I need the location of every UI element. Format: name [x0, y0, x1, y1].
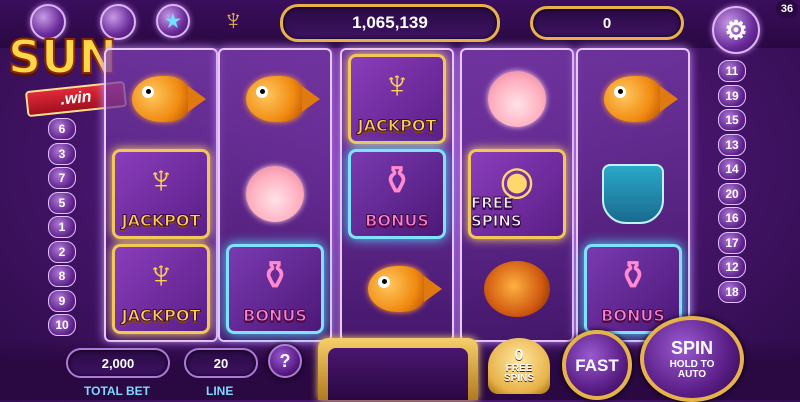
win-value: 0: [602, 14, 612, 32]
notification-badge: 36: [776, 0, 798, 18]
badge-count: 36: [780, 3, 794, 15]
spin-button[interactable]: SPIN HOLD TO AUTO: [640, 316, 744, 402]
payline-number-right-3[interactable]: 13: [718, 133, 746, 156]
bottle-icon: ⚱: [258, 254, 292, 298]
jackpot-symbol: ♆ JACKPOT: [112, 244, 210, 334]
reel-5: ⚱ BONUS: [576, 48, 690, 342]
fast-button[interactable]: FAST: [562, 330, 632, 400]
bottle-icon: ⚱: [616, 254, 650, 298]
jackpot-label: JACKPOT: [121, 211, 201, 231]
reel-cell: [467, 54, 567, 144]
bonus-symbol: ⚱ BONUS: [226, 244, 324, 334]
payline-number-right-9[interactable]: 18: [718, 280, 746, 303]
payline-number-left-2[interactable]: 7: [48, 167, 76, 189]
pearl-shell-icon: ◉: [499, 159, 535, 203]
trident-icon: ♆: [146, 158, 176, 202]
reel-cell: [347, 244, 447, 334]
worm-cup-symbol: [602, 164, 664, 224]
line-field[interactable]: 20: [184, 348, 258, 378]
payline-number-left-1[interactable]: 3: [48, 142, 76, 165]
payline-number-right-8[interactable]: 12: [718, 256, 746, 278]
payline-number-right-1[interactable]: 19: [718, 84, 746, 107]
bonus-symbol: ⚱ BONUS: [348, 149, 446, 239]
payline-number-right-2[interactable]: 15: [718, 109, 746, 131]
jackpot-symbol: ♆ JACKPOT: [348, 54, 446, 144]
reel-cell: [583, 149, 683, 239]
payline-number-left-5[interactable]: 2: [48, 240, 76, 263]
orange-fish-symbol: [368, 266, 442, 312]
jackpot-symbol: ♆ JACKPOT: [112, 149, 210, 239]
total-bet-field[interactable]: 2,000: [66, 348, 170, 378]
fish-eye-icon: [378, 276, 390, 288]
reel-2: ⚱ BONUS: [218, 48, 332, 342]
orange-fish-symbol: [604, 76, 678, 122]
jackpot-label: JACKPOT: [121, 306, 201, 326]
payline-number-right-7[interactable]: 17: [718, 231, 746, 254]
free-spins-counter: 0 FREE SPINS: [488, 338, 550, 394]
payline-number-right-5[interactable]: 20: [718, 182, 746, 205]
logo-sun-text: SUN: [7, 29, 118, 85]
reel-cell: ⚱ BONUS: [347, 149, 447, 239]
reel-cell: ⚱ BONUS: [225, 244, 325, 334]
bonus-label: BONUS: [243, 306, 308, 326]
reel-cell: ◉ FREE SPINS: [467, 149, 567, 239]
payline-number-left-0[interactable]: 6: [48, 118, 76, 140]
bottle-icon: ⚱: [380, 159, 414, 203]
fish-eye-icon: [142, 86, 154, 98]
win-display: 0: [530, 6, 684, 40]
payline-number-right-4[interactable]: 14: [718, 158, 746, 180]
spin-label: SPIN: [670, 337, 713, 358]
jackpot-label: JACKPOT: [357, 116, 437, 136]
reel-cell: [467, 244, 567, 334]
reel-cell: ♆ JACKPOT: [111, 244, 211, 334]
total-bet-value: 2,000: [101, 355, 135, 371]
help-button[interactable]: ?: [268, 344, 302, 378]
orange-fish-symbol: [246, 76, 320, 122]
reel-4: ◉ FREE SPINS: [460, 48, 574, 342]
payline-number-left-6[interactable]: 8: [48, 265, 76, 287]
payline-number-left-8[interactable]: 10: [48, 314, 76, 336]
fish-eye-icon: [256, 86, 268, 98]
orange-fish-symbol: [132, 76, 206, 122]
shell-creature-symbol: [488, 71, 546, 127]
line-value: 20: [213, 355, 229, 371]
balance-value: 1,065,139: [352, 13, 428, 32]
reel-cell: [111, 54, 211, 144]
trident-icon: ♆: [382, 63, 412, 107]
reel-cell: [225, 149, 325, 239]
reel-cell: [225, 54, 325, 144]
free-spins-label-2: SPINS: [503, 373, 534, 384]
favorite-star-icon[interactable]: ★: [156, 4, 190, 38]
payline-number-left-3[interactable]: 5: [48, 191, 76, 214]
reel-cell: [583, 54, 683, 144]
reel-cell: ♆ JACKPOT: [111, 149, 211, 239]
angler-fish-symbol: [484, 261, 550, 317]
help-label: ?: [279, 351, 291, 371]
shell-creature-symbol: [246, 166, 304, 222]
bonus-label: BONUS: [601, 306, 666, 326]
reel-cell: ♆ JACKPOT: [347, 54, 447, 144]
free-spins-symbol: ◉ FREE SPINS: [468, 149, 566, 239]
reel-1: ♆ JACKPOT ♆ JACKPOT: [104, 48, 218, 342]
settings-gear-icon[interactable]: ⚙: [712, 6, 760, 54]
trident-icon: ♆: [146, 253, 176, 297]
spin-sub-label-1: HOLD TO: [669, 358, 715, 370]
balance-display: 1,065,139: [280, 4, 500, 42]
payline-number-right-6[interactable]: 16: [718, 207, 746, 229]
payline-number-left-4[interactable]: 1: [48, 216, 76, 238]
free-spins-count: 0: [514, 347, 524, 364]
payline-number-right-0[interactable]: 11: [718, 60, 746, 82]
fish-eye-icon: [614, 86, 626, 98]
center-gold-frame: [318, 338, 478, 400]
reel-3: ♆ JACKPOT ⚱ BONUS: [340, 48, 454, 342]
fast-label: FAST: [575, 355, 619, 375]
trident-icon: ♆: [222, 4, 245, 37]
line-label: LINE: [206, 384, 234, 398]
spin-sub-label-2: AUTO: [677, 368, 707, 380]
total-bet-label: TOTAL BET: [84, 384, 150, 398]
payline-number-left-7[interactable]: 9: [48, 289, 76, 312]
bonus-label: BONUS: [365, 211, 430, 231]
